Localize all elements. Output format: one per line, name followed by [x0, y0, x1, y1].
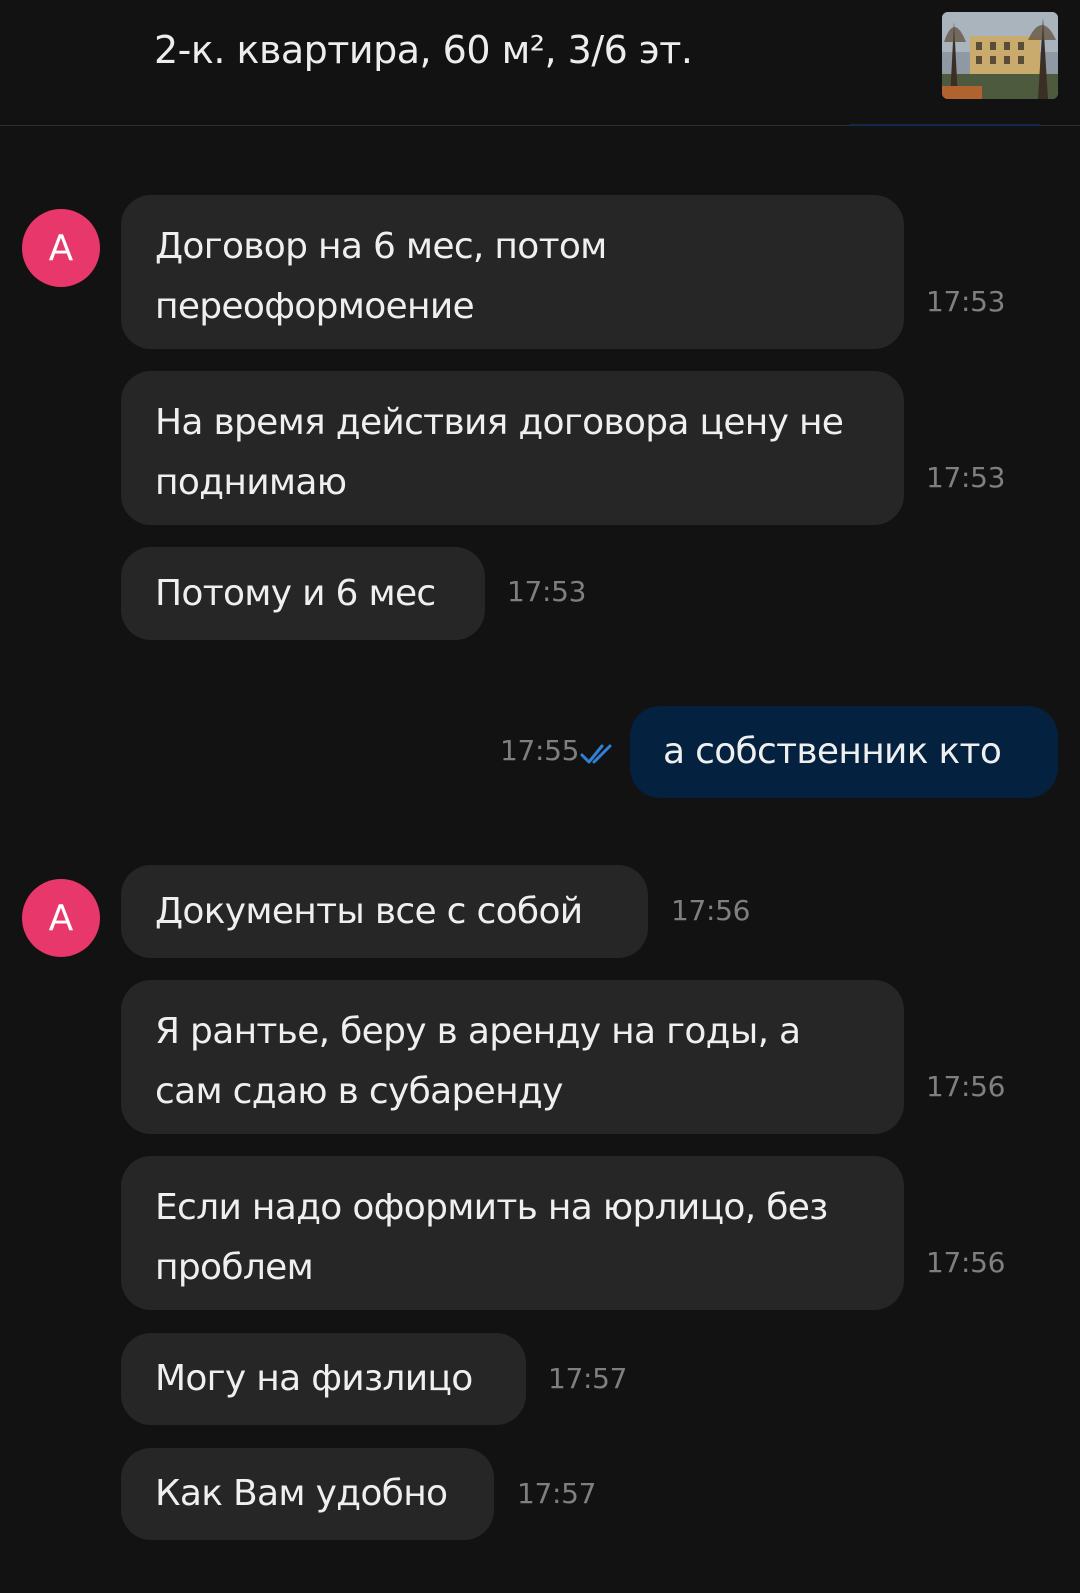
listing-title[interactable]: 2-к. квартира, 60 м², 3/6 эт.	[154, 28, 693, 72]
message-time: 17:53	[507, 575, 587, 608]
message-text: Потому и 6 мес	[155, 572, 436, 614]
message-bubble[interactable]: Могу на физлицо	[121, 1333, 526, 1425]
message-time: 17:57	[548, 1362, 628, 1395]
sender-avatar[interactable]: А	[22, 879, 100, 957]
avatar-initial: А	[48, 897, 74, 939]
message-bubble[interactable]: Потому и 6 мес	[121, 547, 485, 640]
message-text: Документы все с собой	[155, 890, 583, 932]
avatar-initial: А	[48, 227, 74, 269]
message-bubble[interactable]: Договор на 6 мес, потом переоформоение	[121, 195, 904, 349]
message-bubble[interactable]: Как Вам удобно	[121, 1448, 494, 1540]
message-bubble[interactable]: На время действия договора цену не подни…	[121, 371, 904, 525]
message-text: Могу на физлицо	[155, 1358, 473, 1399]
message-time: 17:53	[926, 461, 1006, 494]
outgoing-message-bubble[interactable]: а собственник кто	[630, 706, 1058, 798]
message-bubble[interactable]: Документы все с собой	[121, 865, 648, 958]
listing-photo-image	[942, 12, 1058, 99]
message-time: 17:55	[500, 734, 580, 767]
message-text: Я рантье, беру в аренду на годы, а сам с…	[155, 1011, 801, 1112]
message-text: а собственник кто	[663, 731, 1002, 772]
message-text: Если надо оформить на юрлицо, без пробле…	[155, 1187, 828, 1288]
header-divider-accent	[850, 124, 1040, 126]
double-check-icon	[580, 744, 612, 764]
message-time: 17:57	[517, 1477, 597, 1510]
sender-avatar[interactable]: А	[22, 209, 100, 287]
chat-header: 2-к. квартира, 60 м², 3/6 эт.	[0, 0, 1080, 126]
message-time: 17:56	[926, 1246, 1006, 1279]
message-text: Договор на 6 мес, потом переоформоение	[155, 226, 607, 327]
message-text: На время действия договора цену не подни…	[155, 402, 844, 503]
message-bubble[interactable]: Я рантье, беру в аренду на годы, а сам с…	[121, 980, 904, 1134]
message-bubble[interactable]: Если надо оформить на юрлицо, без пробле…	[121, 1156, 904, 1310]
listing-thumbnail[interactable]	[942, 12, 1058, 99]
message-time: 17:53	[926, 285, 1006, 318]
message-text: Как Вам удобно	[155, 1473, 448, 1514]
message-time: 17:56	[926, 1070, 1006, 1103]
message-time: 17:56	[671, 894, 751, 927]
